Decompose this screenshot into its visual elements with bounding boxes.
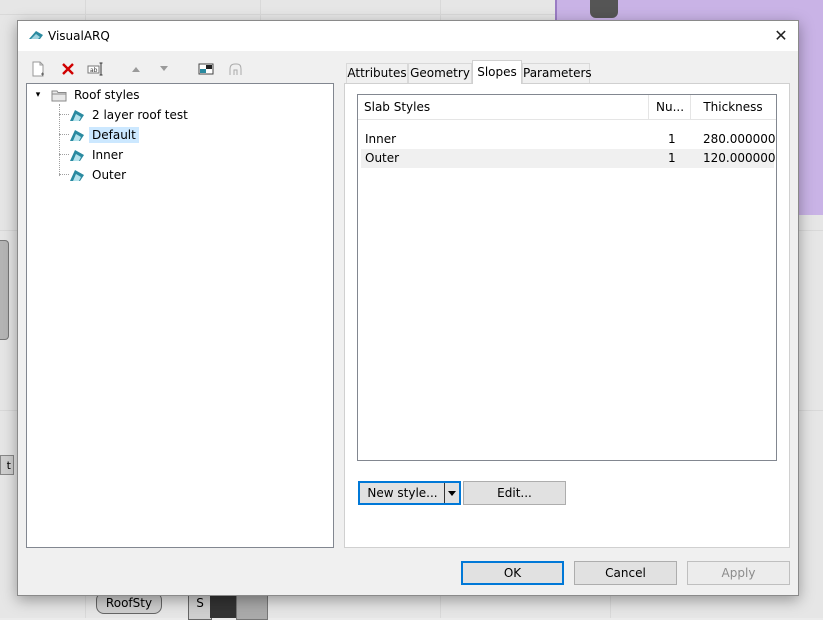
new-style-label: New style... bbox=[367, 486, 438, 500]
tree-connector bbox=[59, 154, 69, 155]
tree-item-outer[interactable]: Outer bbox=[69, 166, 129, 184]
dialog-title: VisualARQ bbox=[48, 29, 110, 43]
slab-style-name: Outer bbox=[365, 151, 400, 165]
tree-item-inner[interactable]: Inner bbox=[69, 146, 126, 164]
tab-attributes[interactable]: Attributes bbox=[346, 63, 408, 83]
background-node-label: t bbox=[0, 455, 14, 475]
tree-item-2-layer-roof-test[interactable]: 2 layer roof test bbox=[69, 106, 191, 124]
tab-parameters[interactable]: Parameters bbox=[522, 63, 592, 83]
roof-styles-tree[interactable]: ▾ Roof styles 2 layer roof test Default … bbox=[26, 83, 334, 548]
slab-style-thickness: 280.000000 bbox=[703, 132, 776, 146]
folder-icon bbox=[51, 90, 67, 101]
apply-button[interactable]: Apply bbox=[687, 561, 790, 585]
tree-item-label: Default bbox=[89, 127, 139, 143]
table-row[interactable]: Inner 1 280.000000 bbox=[361, 130, 776, 149]
tab-geometry[interactable]: Geometry bbox=[408, 63, 472, 83]
new-style-dropdown-arrow[interactable] bbox=[444, 483, 459, 503]
move-down-toolbar-button[interactable] bbox=[154, 59, 174, 79]
rename-icon: ab bbox=[87, 62, 103, 76]
slab-style-name: Inner bbox=[365, 132, 397, 146]
tree-item-label: Inner bbox=[92, 148, 124, 162]
background-s-node: S bbox=[188, 592, 212, 620]
roof-style-icon bbox=[70, 130, 84, 141]
roof-style-icon bbox=[70, 110, 84, 121]
tree-root-roof-styles[interactable]: Roof styles bbox=[51, 86, 143, 104]
visualarq-logo-icon bbox=[29, 31, 43, 39]
tree-item-label: Outer bbox=[92, 168, 127, 182]
move-up-icon bbox=[132, 67, 140, 72]
slab-style-number: 1 bbox=[668, 132, 676, 146]
slopes-tab-panel: Slab Styles Nu... Thickness Inner 1 280.… bbox=[344, 83, 790, 548]
tree-connector bbox=[59, 114, 69, 115]
move-up-toolbar-button[interactable] bbox=[126, 59, 146, 79]
new-style-button[interactable]: New style... bbox=[358, 481, 461, 505]
visualarq-dialog: VisualARQ ✕ ab ▾ Roof styles 2 layer roo… bbox=[17, 20, 799, 596]
background-node-tab bbox=[590, 0, 618, 18]
tab-slopes[interactable]: Slopes bbox=[472, 60, 522, 84]
export-icon bbox=[229, 63, 242, 75]
ok-button[interactable]: OK bbox=[461, 561, 564, 585]
title-bar: VisualARQ ✕ bbox=[18, 21, 798, 51]
background-node bbox=[0, 240, 9, 340]
column-header-thickness[interactable]: Thickness bbox=[691, 95, 775, 119]
roof-style-icon bbox=[70, 170, 84, 181]
tree-connector bbox=[59, 174, 69, 175]
export-toolbar-button[interactable] bbox=[226, 59, 246, 79]
list-header: Slab Styles Nu... Thickness bbox=[358, 95, 776, 120]
tree-connector bbox=[59, 134, 69, 135]
move-down-icon bbox=[160, 66, 168, 71]
cancel-button[interactable]: Cancel bbox=[574, 561, 677, 585]
chevron-down-icon bbox=[448, 490, 456, 496]
preview-icon bbox=[198, 63, 214, 75]
new-style-toolbar-button[interactable] bbox=[28, 59, 48, 79]
slab-styles-list[interactable]: Slab Styles Nu... Thickness Inner 1 280.… bbox=[357, 94, 777, 461]
slab-style-thickness: 120.000000 bbox=[703, 151, 776, 165]
column-header-slab-styles[interactable]: Slab Styles bbox=[358, 95, 649, 119]
preview-toolbar-button[interactable] bbox=[196, 59, 216, 79]
expand-collapse-icon[interactable]: ▾ bbox=[33, 90, 43, 100]
tree-root-label: Roof styles bbox=[74, 88, 140, 102]
tree-item-default[interactable]: Default bbox=[69, 126, 139, 144]
delete-icon bbox=[62, 63, 74, 75]
new-icon bbox=[32, 61, 44, 77]
rename-style-toolbar-button[interactable]: ab bbox=[86, 59, 106, 79]
svg-text:ab: ab bbox=[90, 67, 98, 74]
roof-style-icon bbox=[70, 150, 84, 161]
table-row[interactable]: Outer 1 120.000000 bbox=[361, 149, 776, 168]
column-header-number[interactable]: Nu... bbox=[649, 95, 691, 119]
edit-button[interactable]: Edit... bbox=[463, 481, 566, 505]
delete-style-toolbar-button[interactable] bbox=[58, 59, 78, 79]
close-button[interactable]: ✕ bbox=[764, 21, 798, 51]
slab-style-number: 1 bbox=[668, 151, 676, 165]
tree-item-label: 2 layer roof test bbox=[92, 108, 188, 122]
background-node-grey bbox=[236, 592, 268, 620]
